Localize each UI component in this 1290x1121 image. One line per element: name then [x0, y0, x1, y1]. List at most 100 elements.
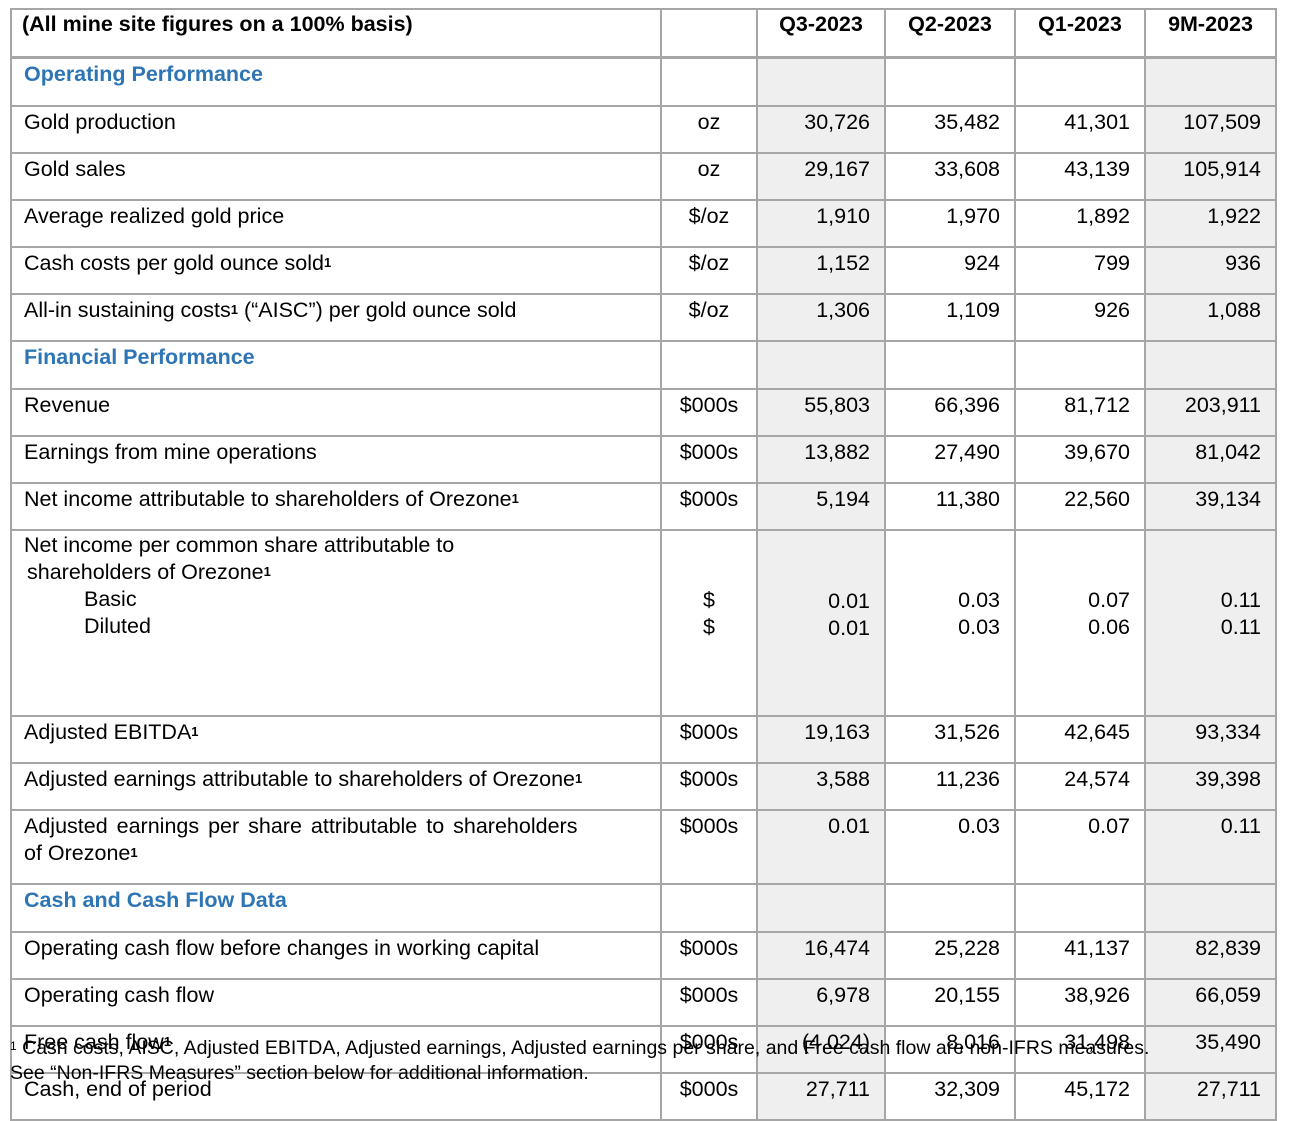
empty-cell — [1014, 340, 1146, 390]
row-unit-cell: $ $ — [660, 529, 758, 717]
value-q1: 41,137 — [1014, 931, 1146, 980]
row-label-cell: Adjusted earnings per share attributable… — [10, 809, 662, 885]
row-label-cell: Net income attributable to shareholders … — [10, 482, 662, 531]
row-unit: $000s — [660, 482, 758, 531]
basis-header: (All mine site figures on a 100% basis) — [10, 8, 662, 59]
footnote-marker: 1 — [10, 1039, 17, 1053]
table-header-row: (All mine site figures on a 100% basis) … — [10, 8, 1277, 59]
value-q2: 27,490 — [884, 435, 1016, 484]
value-q1-cell: 0.07 0.06 — [1014, 529, 1146, 717]
row-unit: $/oz — [660, 293, 758, 342]
value-q2: 0.03 — [884, 809, 1016, 885]
empty-cell — [1014, 883, 1146, 933]
footnote-line2: See “Non-IFRS Measures” section below fo… — [10, 1062, 589, 1084]
table-row-adjusted-ebitda: Adjusted EBITDA1 $000s 19,163 31,526 42,… — [10, 715, 1277, 764]
row-label-cell: Net income per common share attributable… — [10, 529, 662, 717]
row-label-line2: shareholders of Orezone — [27, 560, 264, 584]
value-9m: 82,839 — [1144, 931, 1277, 980]
footnote-marker: 1 — [191, 724, 199, 739]
col-header-q2: Q2-2023 — [884, 8, 1016, 59]
value-q2: 924 — [884, 246, 1016, 295]
row-label: Average realized gold price — [10, 199, 662, 248]
table-row-gold-production: Gold production oz 30,726 35,482 41,301 … — [10, 105, 1277, 154]
value-q2-cell: 0.03 0.03 — [884, 529, 1016, 717]
row-unit: $000s — [660, 978, 758, 1027]
empty-cell — [660, 883, 758, 933]
table-row-revenue: Revenue $000s 55,803 66,396 81,712 203,9… — [10, 388, 1277, 437]
row-label-cell: Cash costs per gold ounce sold1 — [10, 246, 662, 295]
value-q3-basic: 0.01 — [828, 589, 870, 613]
value-9m: 93,334 — [1144, 715, 1277, 764]
value-q2: 11,236 — [884, 762, 1016, 811]
row-label: Adjusted EBITDA — [24, 720, 192, 744]
footnote-marker: 1 — [511, 491, 519, 506]
row-label: Adjusted earnings attributable to shareh… — [24, 767, 575, 791]
value-q2: 33,608 — [884, 152, 1016, 201]
empty-cell — [884, 883, 1016, 933]
value-q3-cell: 0.01 0.01 — [756, 529, 886, 717]
row-label: Revenue — [10, 388, 662, 437]
row-label: Earnings from mine operations — [10, 435, 662, 484]
value-q1-diluted: 0.06 — [1088, 615, 1130, 639]
value-9m: 1,088 — [1144, 293, 1277, 342]
col-header-q1: Q1-2023 — [1014, 8, 1146, 59]
financial-summary-table-container: (All mine site figures on a 100% basis) … — [10, 8, 1277, 1121]
table-row-adjusted-earnings: Adjusted earnings attributable to shareh… — [10, 762, 1277, 811]
value-q3: 3,588 — [756, 762, 886, 811]
diluted-label: Diluted — [84, 614, 151, 638]
row-unit: $000s — [660, 809, 758, 885]
row-label: Operating cash flow before changes in wo… — [10, 931, 662, 980]
table-row-net-income-per-share: Net income per common share attributable… — [10, 529, 1277, 717]
value-9m: 39,398 — [1144, 762, 1277, 811]
row-unit: $000s — [660, 388, 758, 437]
row-label-line2-cell: of Orezone1 — [24, 840, 646, 867]
footnote: 1 Cash costs, AISC, Adjusted EBITDA, Adj… — [10, 1036, 1285, 1086]
table-row-aisc: All-in sustaining costs1 (“AISC”) per go… — [10, 293, 1277, 342]
footnote-marker: 1 — [130, 845, 138, 860]
value-q3: 13,882 — [756, 435, 886, 484]
value-q2: 25,228 — [884, 931, 1016, 980]
value-9m: 0.11 — [1144, 809, 1277, 885]
value-q1: 38,926 — [1014, 978, 1146, 1027]
value-q3: 55,803 — [756, 388, 886, 437]
value-q1: 22,560 — [1014, 482, 1146, 531]
table-row-operating-cash-flow: Operating cash flow $000s 6,978 20,155 3… — [10, 978, 1277, 1027]
value-q2: 11,380 — [884, 482, 1016, 531]
footnote-line1: Cash costs, AISC, Adjusted EBITDA, Adjus… — [22, 1037, 1150, 1059]
row-unit: $/oz — [660, 246, 758, 295]
row-label-cell: All-in sustaining costs1 (“AISC”) per go… — [10, 293, 662, 342]
value-q1: 24,574 — [1014, 762, 1146, 811]
value-q1: 39,670 — [1014, 435, 1146, 484]
basic-label: Basic — [84, 587, 137, 611]
empty-cell — [660, 340, 758, 390]
table-row-cash-costs: Cash costs per gold ounce sold1 $/oz 1,1… — [10, 246, 1277, 295]
value-q3: 19,163 — [756, 715, 886, 764]
section-row-financial: Financial Performance — [10, 340, 1277, 390]
row-unit: $/oz — [660, 199, 758, 248]
section-row-operating: Operating Performance — [10, 56, 1277, 107]
value-q1: 799 — [1014, 246, 1146, 295]
row-unit: oz — [660, 105, 758, 154]
value-q3: 30,726 — [756, 105, 886, 154]
value-q2: 20,155 — [884, 978, 1016, 1027]
value-q3: 16,474 — [756, 931, 886, 980]
value-q3: 1,152 — [756, 246, 886, 295]
diluted-unit: $ — [703, 615, 715, 639]
table-row-net-income: Net income attributable to shareholders … — [10, 482, 1277, 531]
value-q3: 0.01 — [756, 809, 886, 885]
row-label-line1: Adjusted earnings per share attributable… — [24, 814, 578, 838]
row-label-line2-cell: shareholders of Orezone1 — [24, 559, 646, 586]
empty-cell — [1014, 56, 1146, 107]
row-label: Net income attributable to shareholders … — [24, 487, 512, 511]
value-q2: 1,970 — [884, 199, 1016, 248]
financial-summary-table: (All mine site figures on a 100% basis) … — [10, 8, 1277, 1121]
unit-header — [660, 8, 758, 59]
row-label: Gold sales — [10, 152, 662, 201]
value-9m-cell: 0.11 0.11 — [1144, 529, 1277, 717]
value-9m: 39,134 — [1144, 482, 1277, 531]
value-q1: 81,712 — [1014, 388, 1146, 437]
value-q2: 66,396 — [884, 388, 1016, 437]
value-q3: 1,306 — [756, 293, 886, 342]
value-q3: 1,910 — [756, 199, 886, 248]
empty-cell — [884, 56, 1016, 107]
